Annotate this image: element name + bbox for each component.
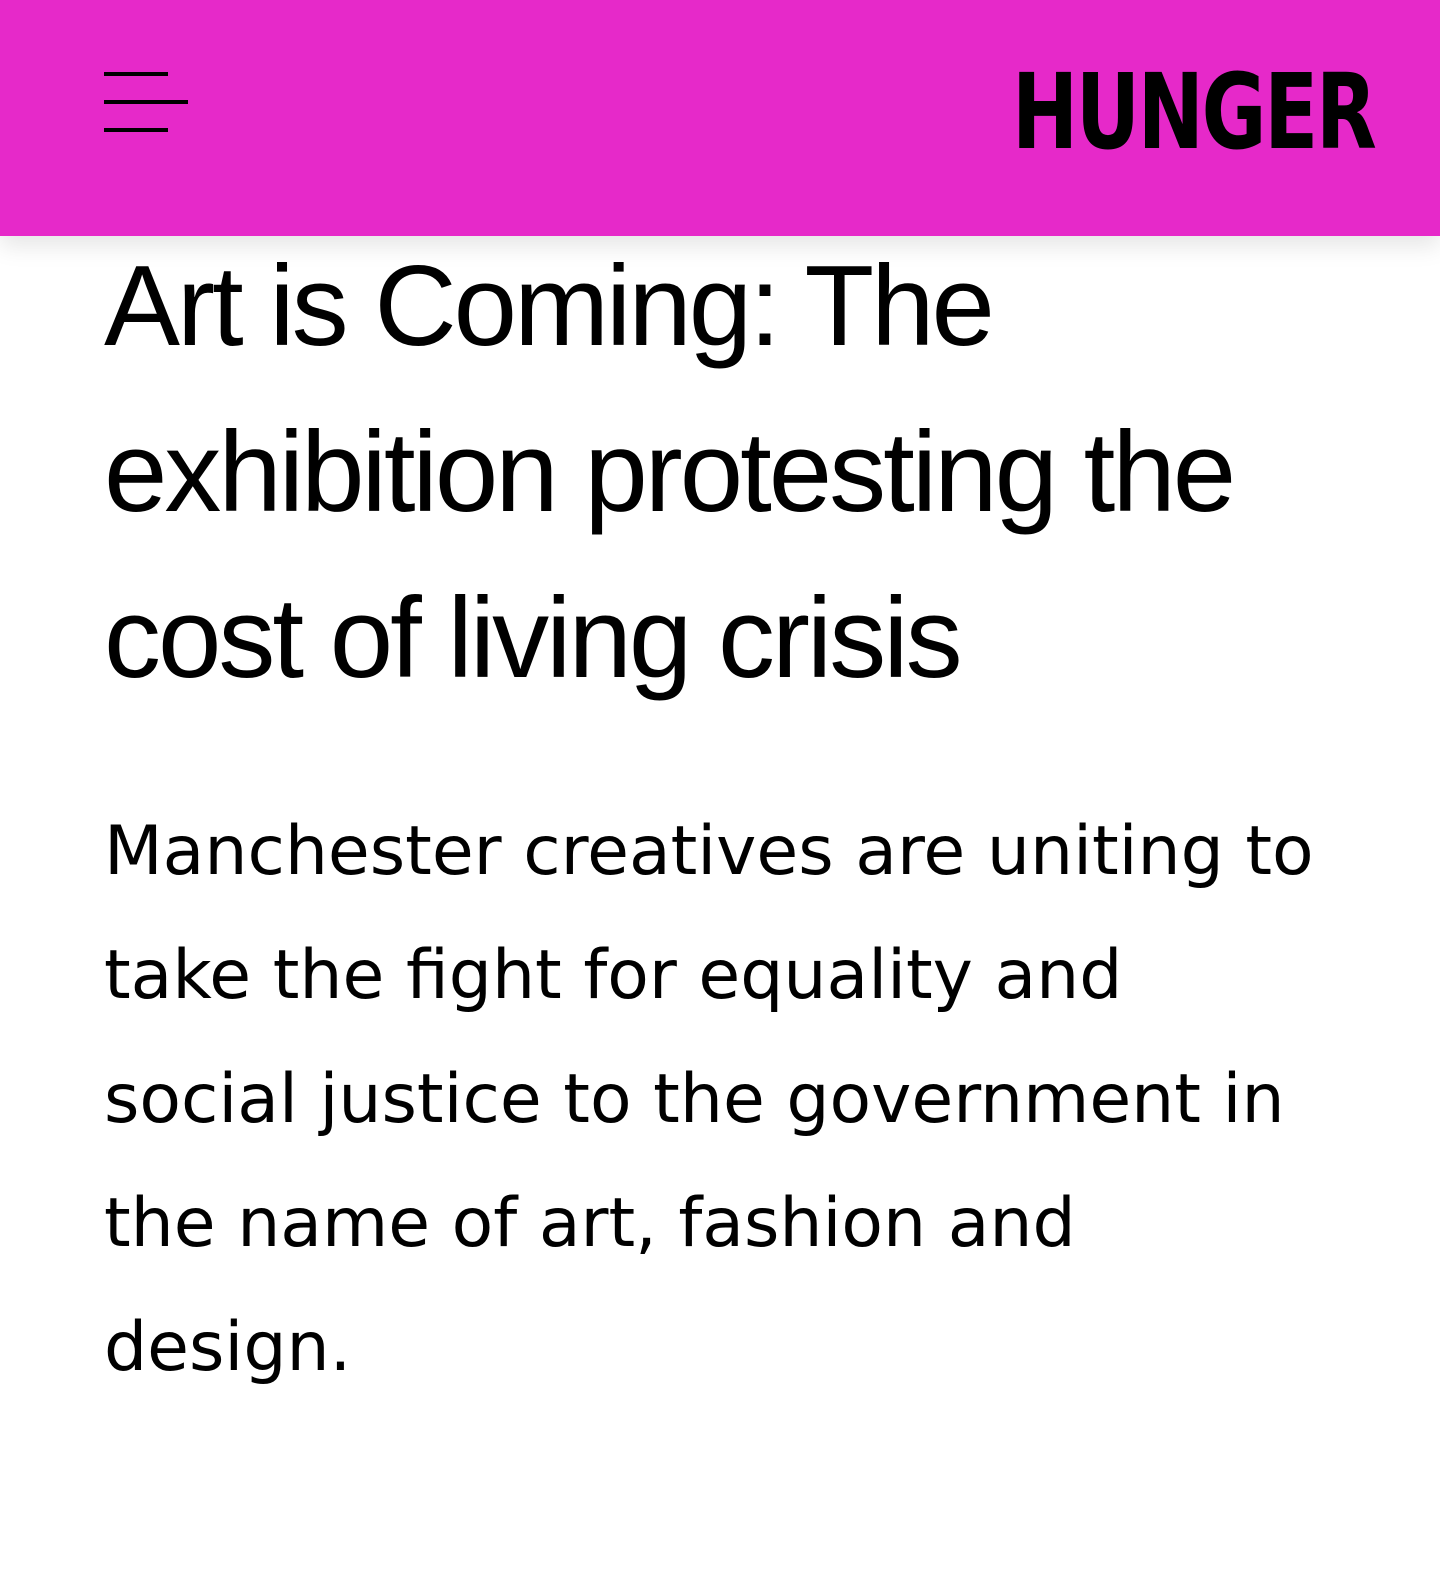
site-logo[interactable]: HUNGER — [1012, 60, 1377, 164]
menu-line-middle — [104, 100, 188, 104]
site-header: HUNGER — [0, 0, 1440, 236]
menu-line-top — [104, 72, 168, 76]
article-page: HUNGER Art is Coming: The exhibition pro… — [0, 0, 1440, 1584]
menu-line-bottom — [104, 128, 168, 132]
article-standfirst: Manchester creatives are uniting to take… — [104, 812, 1314, 1387]
article-title: Art is Coming: The exhibition protesting… — [104, 243, 1236, 702]
hamburger-menu-icon[interactable] — [104, 68, 188, 136]
